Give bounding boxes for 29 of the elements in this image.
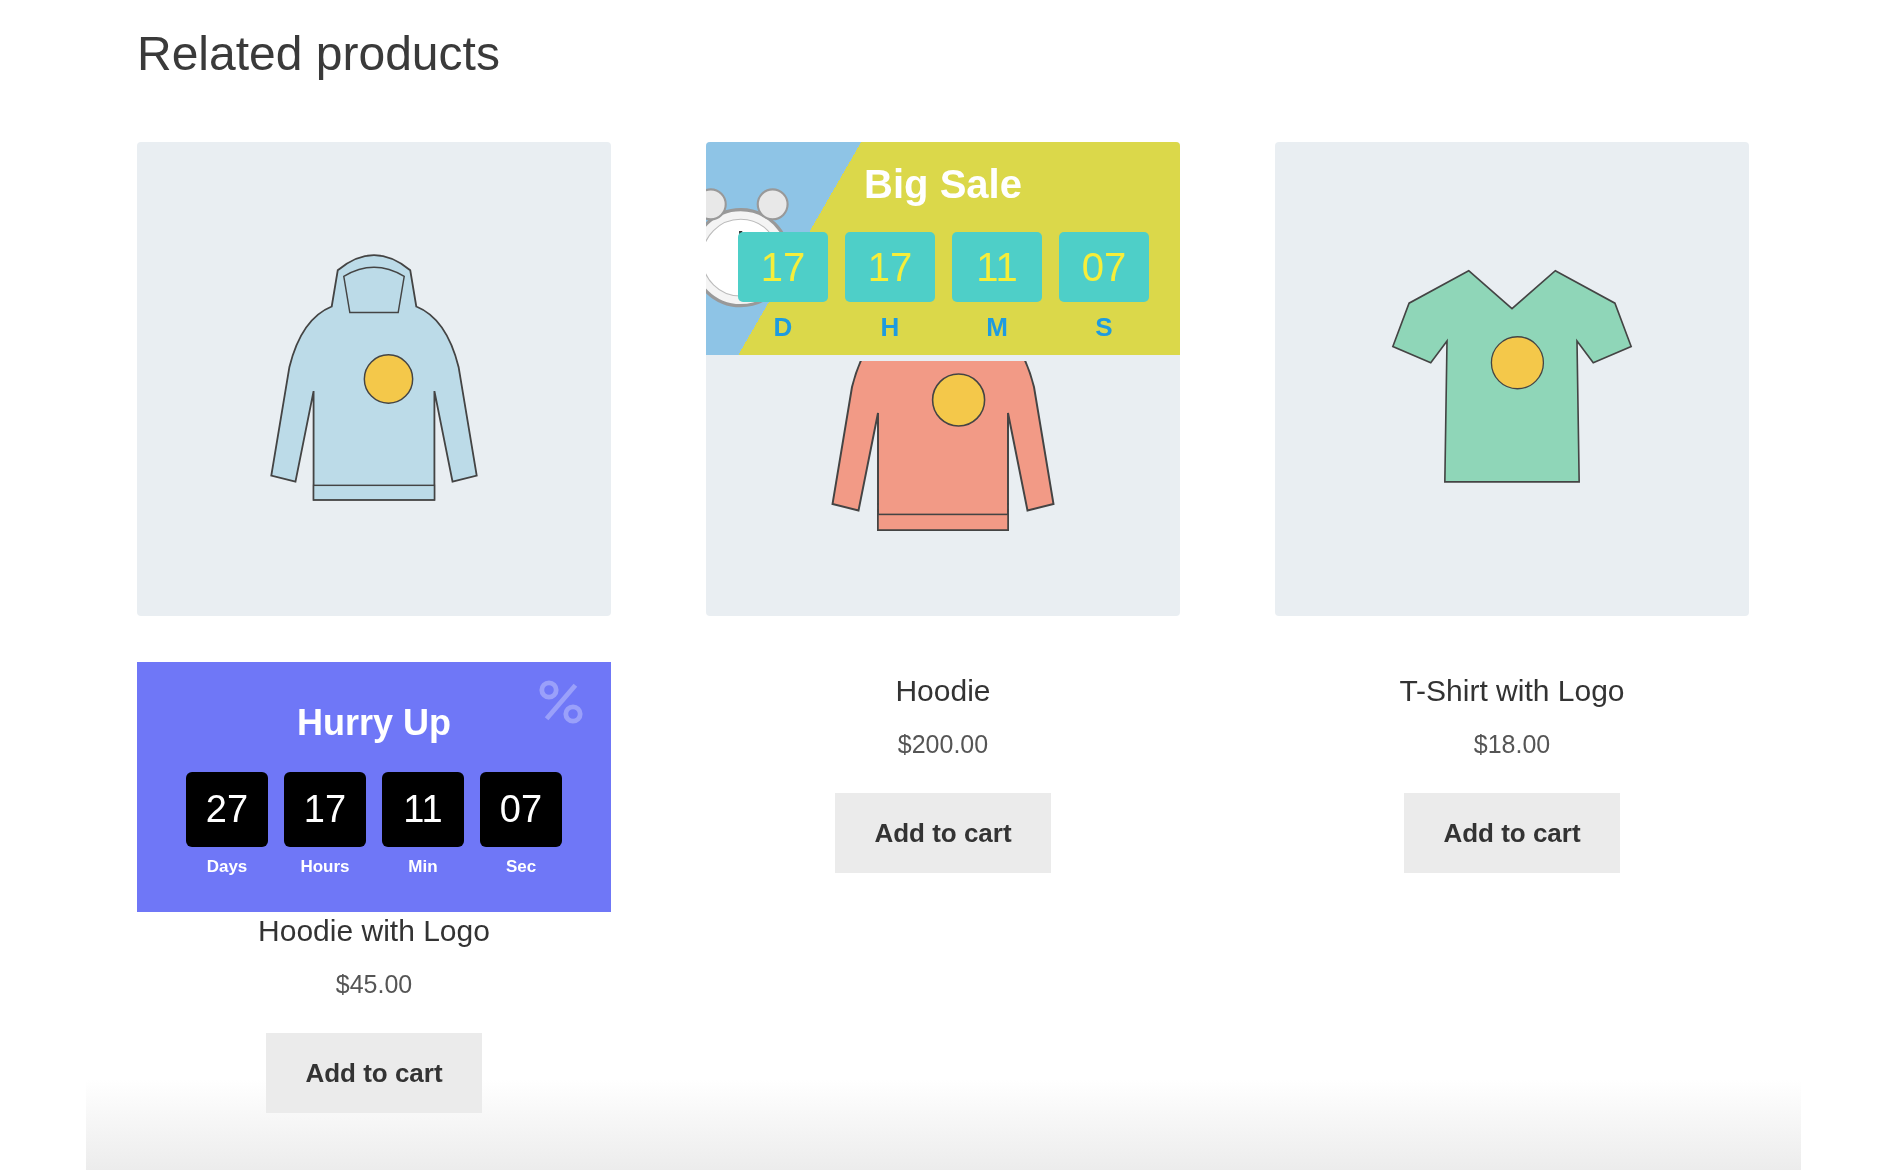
countdown-label: Sec: [505, 857, 537, 877]
countdown-label: M: [986, 312, 1008, 343]
add-to-cart-button[interactable]: Add to cart: [835, 793, 1051, 873]
countdown-value: 07: [1059, 232, 1149, 302]
countdown-value: 07: [480, 772, 562, 847]
countdown-label: S: [1095, 312, 1113, 343]
countdown-title: Hurry Up: [297, 702, 451, 744]
countdown-label: H: [880, 312, 900, 343]
product-name[interactable]: T-Shirt with Logo: [1399, 674, 1625, 708]
countdown-value: 11: [952, 232, 1042, 302]
countdown-value: 27: [186, 772, 268, 847]
product-name[interactable]: Hoodie with Logo: [258, 914, 490, 948]
countdown-label: D: [773, 312, 793, 343]
product-name[interactable]: Hoodie: [895, 674, 991, 708]
section-title: Related products: [137, 26, 501, 82]
countdown-value: 17: [738, 232, 828, 302]
product-price: $18.00: [1473, 730, 1551, 759]
countdown-label: Min: [408, 857, 438, 877]
product-price: $200.00: [897, 730, 989, 759]
product-price: $45.00: [335, 970, 413, 999]
sale-title: Big Sale: [863, 162, 1023, 207]
countdown-label: Days: [206, 857, 248, 877]
add-to-cart-button[interactable]: Add to cart: [266, 1033, 482, 1113]
countdown-label: Hours: [300, 857, 350, 877]
countdown-value: 11: [382, 772, 464, 847]
countdown-value: 17: [845, 232, 935, 302]
percent-icon: [537, 678, 585, 726]
countdown-value: 17: [284, 772, 366, 847]
add-to-cart-button[interactable]: Add to cart: [1404, 793, 1620, 873]
